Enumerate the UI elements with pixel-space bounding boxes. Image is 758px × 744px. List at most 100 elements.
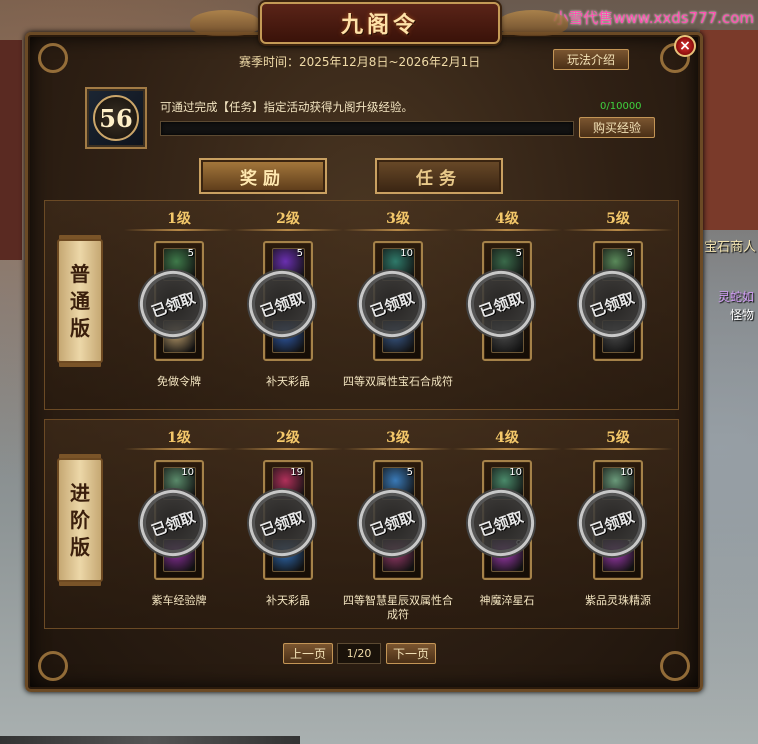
tab-rewards[interactable]: 奖励 (199, 158, 327, 194)
monster-name-label[interactable]: 怪物 (730, 306, 754, 323)
buy-exp-button[interactable]: 购买经验 (579, 117, 655, 138)
reward-item-name: 紫车经验牌 (151, 594, 207, 607)
reward-item-name: 神魔淬星石 (479, 594, 535, 607)
reward-item-name: 四等智慧星辰双属性合成符 (343, 594, 453, 621)
item-count: 10 (400, 248, 413, 259)
level-divider (452, 229, 562, 231)
reward-item-name: 补天彩晶 (266, 375, 310, 388)
level-header: 2级 (276, 430, 300, 446)
row-label-char: 版 (70, 534, 90, 559)
close-button[interactable]: × (674, 35, 696, 57)
claimed-stamp-text: 已领取 (257, 507, 307, 540)
level-header: 4级 (495, 211, 519, 227)
reward-slot[interactable]: 109已领取 (458, 460, 544, 580)
tab-tasks[interactable]: 任务 (375, 158, 503, 194)
reward-slot[interactable]: 19 已领取 (239, 460, 325, 580)
reward-slot[interactable]: 101已领取 (569, 460, 655, 580)
rules-button[interactable]: 玩法介绍 (553, 49, 629, 70)
level-header: 5级 (606, 211, 630, 227)
corner-ornament (38, 43, 68, 73)
row-label-char: 普 (70, 261, 90, 286)
level-header: 3级 (386, 430, 410, 446)
claimed-stamp-icon: 已领取 (569, 261, 655, 347)
reward-item-name: 免做令牌 (157, 375, 201, 388)
reward-slot[interactable]: 10 已领取 (349, 241, 435, 361)
claimed-stamp-text: 已领取 (476, 288, 526, 321)
item-count: 5 (187, 248, 194, 259)
level-badge: 56 (85, 87, 147, 149)
advanced-version-label: 进阶版 (57, 458, 103, 582)
claimed-stamp-text: 已领取 (367, 288, 417, 321)
row-label-char: 通 (70, 288, 90, 313)
item-count: 5 (406, 467, 413, 478)
reward-slot[interactable]: 5 已领取 (569, 241, 655, 361)
exp-progress-bar (160, 121, 574, 136)
npc-name-label[interactable]: 宝石商人 (704, 236, 756, 255)
prev-page-button[interactable]: 上一页 (283, 643, 333, 664)
item-count: 19 (290, 467, 303, 478)
reward-slot[interactable]: 5 已领取 (349, 460, 435, 580)
item-count: 10 (181, 467, 194, 478)
page-indicator: 1/20 (337, 643, 381, 664)
background-building (700, 30, 758, 230)
claimed-stamp-icon: 已领取 (349, 480, 435, 566)
level-header: 5级 (606, 430, 630, 446)
item-count: 5 (626, 248, 633, 259)
claimed-stamp-text: 已领取 (257, 288, 307, 321)
claimed-stamp-text: 已领取 (148, 288, 198, 321)
reward-item-name: 补天彩晶 (266, 594, 310, 607)
level-header: 2级 (276, 211, 300, 227)
reward-item-name: 紫品灵珠精源 (585, 594, 651, 607)
claimed-stamp-text: 已领取 (367, 507, 417, 540)
claimed-stamp-icon: 已领取 (569, 480, 655, 566)
claimed-stamp-text: 已领取 (476, 507, 526, 540)
level-header: 1级 (167, 430, 191, 446)
corner-ornament (660, 651, 690, 681)
claimed-stamp-text: 已领取 (587, 288, 637, 321)
claimed-stamp-icon: 已领取 (458, 480, 544, 566)
item-count: 10 (509, 467, 522, 478)
reward-slot[interactable]: 10 已领取 (130, 460, 216, 580)
level-header: 4级 (495, 430, 519, 446)
row-label-char: 进 (70, 480, 90, 505)
skill-bar-edge (0, 736, 300, 744)
claimed-stamp-icon: 已领取 (239, 261, 325, 347)
advanced-reward-row: 进阶版 1级 10 已领取紫车经验牌 2级 19 已领取补天彩晶 3级 5 已领取四等智慧星辰双属… (44, 419, 679, 629)
claimed-stamp-icon: 已领取 (349, 261, 435, 347)
claimed-stamp-icon: 已领取 (458, 261, 544, 347)
level-header: 3级 (386, 211, 410, 227)
panel-title: 九阁令 (340, 12, 419, 38)
level-header: 1级 (167, 211, 191, 227)
watermark-text: 小雪代售www.xxds777.com (553, 9, 754, 27)
normal-reward-row: 普通版 1级 5 已领取免做令牌 2级 5 已领取补天彩晶 3级 10 已领取四等双属性宝石合成符… (44, 200, 679, 410)
item-count: 5 (515, 248, 522, 259)
reward-slot[interactable]: 5 已领取 (239, 241, 325, 361)
exp-description: 可通过完成【任务】指定活动获得九阁升级经验。 (160, 100, 413, 114)
level-divider (563, 448, 673, 450)
reward-slot[interactable]: 5 已领取 (458, 241, 544, 361)
item-count: 10 (620, 467, 633, 478)
reward-slot[interactable]: 5 已领取 (130, 241, 216, 361)
row-label-char: 阶 (70, 507, 90, 532)
exp-counter: 0/10000 (600, 101, 642, 112)
corner-ornament (38, 651, 68, 681)
next-page-button[interactable]: 下一页 (386, 643, 436, 664)
normal-version-label: 普通版 (57, 239, 103, 363)
claimed-stamp-text: 已领取 (148, 507, 198, 540)
npc-name-label-2[interactable]: 灵蛇如 (718, 288, 754, 305)
title-wing-right (498, 10, 568, 36)
level-divider (563, 229, 673, 231)
level-divider (233, 448, 343, 450)
reward-item-name: 四等双属性宝石合成符 (343, 375, 453, 388)
background-pillar (0, 40, 22, 260)
claimed-stamp-icon: 已领取 (130, 480, 216, 566)
row-label-char: 版 (70, 315, 90, 340)
level-divider (343, 229, 453, 231)
claimed-stamp-icon: 已领取 (239, 480, 325, 566)
title-wing-left (190, 10, 260, 36)
claimed-stamp-text: 已领取 (587, 507, 637, 540)
season-time: 赛季时间：2025年12月8日~2026年2月1日 (239, 55, 481, 69)
item-count: 5 (296, 248, 303, 259)
level-divider (124, 448, 234, 450)
level-divider (233, 229, 343, 231)
